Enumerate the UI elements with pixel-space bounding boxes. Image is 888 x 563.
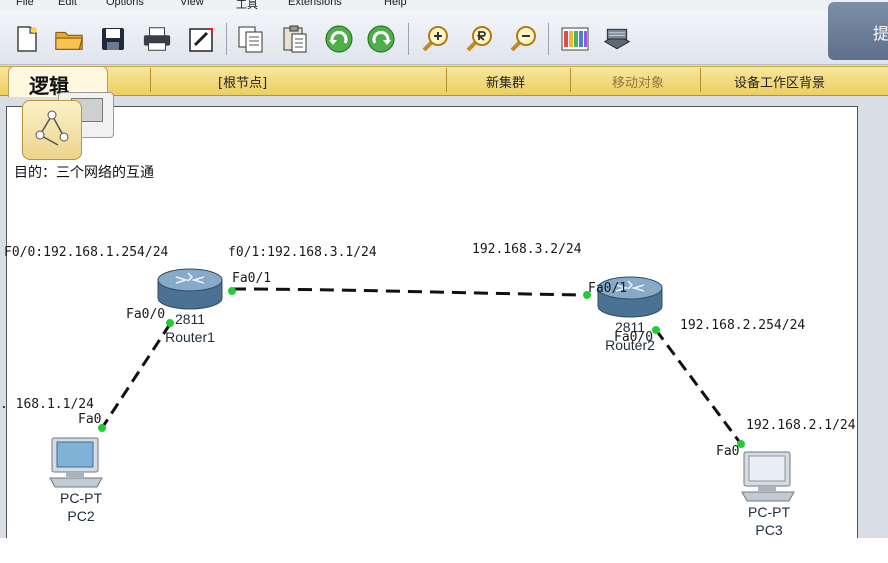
router1-label[interactable]: 2811 Router1 bbox=[158, 310, 222, 346]
router1-f01-ip-label[interactable]: f0/1:192.168.3.1/24 bbox=[228, 245, 377, 260]
router2-f01-ip-label[interactable]: 192.168.3.2/24 bbox=[472, 242, 582, 257]
pc3-label[interactable]: PC-PT PC3 bbox=[734, 503, 804, 539]
pc3-icon[interactable] bbox=[741, 451, 795, 502]
router2-f00-ip-label[interactable]: 192.168.2.254/24 bbox=[680, 318, 805, 333]
pc2-ip-label[interactable]: . 168.1.1/24 bbox=[0, 397, 94, 412]
router2-model: 2811 bbox=[614, 319, 646, 335]
router1-name: Router1 bbox=[165, 329, 215, 345]
pc2-fa0-port-label: Fa0 bbox=[78, 412, 102, 427]
port-up-indicator bbox=[228, 287, 236, 295]
pc2-name: PC2 bbox=[67, 508, 95, 524]
pc2-label[interactable]: PC-PT PC2 bbox=[46, 489, 116, 525]
router2-label[interactable]: 2811 Router2 bbox=[598, 318, 662, 354]
router1-f00-ip-label[interactable]: F0/0:192.168.1.254/24 bbox=[4, 245, 168, 260]
router1-fa01-port-label: Fa0/1 bbox=[232, 271, 272, 286]
link-router1-router2[interactable] bbox=[231, 287, 588, 297]
pc2-model: PC-PT bbox=[60, 490, 102, 506]
router1-model: 2811 bbox=[174, 311, 206, 327]
pc3-name: PC3 bbox=[755, 522, 783, 538]
router2-name: Router2 bbox=[605, 337, 655, 353]
network-diagram bbox=[49, 268, 795, 502]
link-router2-pc3[interactable] bbox=[654, 329, 743, 445]
pc3-model: PC-PT bbox=[748, 504, 790, 520]
pc3-ip-label[interactable]: 192.168.2.1/24 bbox=[746, 418, 856, 433]
pc2-icon[interactable] bbox=[49, 437, 103, 488]
router1-icon[interactable] bbox=[157, 268, 223, 310]
router2-fa01-port-label: Fa0/1 bbox=[588, 281, 628, 296]
pc3-fa0-port-label: Fa0 bbox=[716, 444, 740, 459]
